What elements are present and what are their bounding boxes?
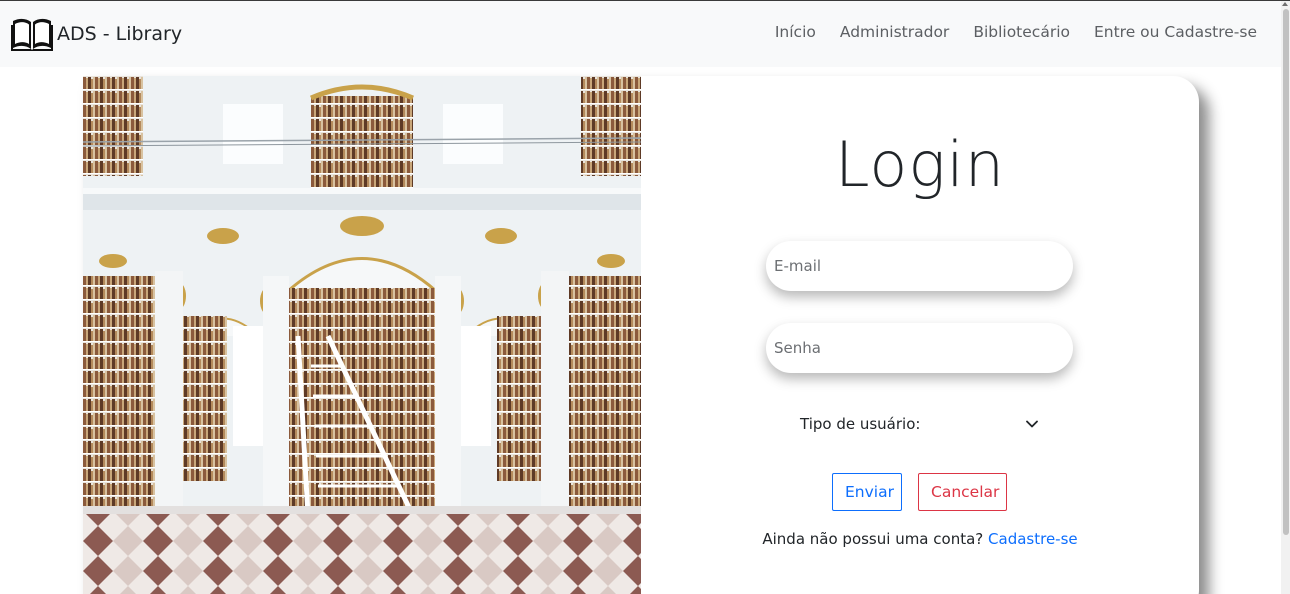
open-book-icon — [11, 18, 53, 51]
user-type-label: Tipo de usuário: — [800, 415, 921, 433]
submit-button[interactable]: Enviar — [832, 473, 902, 511]
nav-link-administrador[interactable]: Administrador — [840, 23, 949, 41]
vertical-scrollbar[interactable] — [1281, 1, 1290, 594]
signup-prompt-text: Ainda não possui uma conta? — [762, 530, 984, 548]
brand-name: ADS - Library — [57, 23, 183, 45]
nav-link-inicio[interactable]: Início — [775, 23, 816, 41]
email-field[interactable] — [766, 241, 1073, 291]
cancel-button[interactable]: Cancelar — [918, 473, 1007, 511]
nav-link-login-signup[interactable]: Entre ou Cadastre-se — [1094, 23, 1257, 41]
brand-link[interactable]: ADS - Library — [11, 16, 182, 52]
scroll-up-arrow-icon[interactable] — [1282, 2, 1288, 6]
scrollbar-thumb[interactable] — [1283, 9, 1289, 535]
login-card: Login Tipo de usuário: Enviar Cancelar A… — [83, 76, 1199, 594]
page: ADS - Library Início Administrador Bibli… — [0, 0, 1290, 594]
navbar: ADS - Library Início Administrador Bibli… — [0, 1, 1281, 67]
user-type-select[interactable]: Tipo de usuário: — [794, 410, 1044, 438]
login-title: Login — [834, 128, 1006, 201]
chevron-down-icon — [1026, 420, 1038, 428]
signup-prompt: Ainda não possui uma conta? Cadastre-se — [641, 530, 1199, 548]
nav-links: Início Administrador Bibliotecário Entre… — [775, 23, 1257, 41]
form-buttons: Enviar Cancelar — [832, 473, 1007, 511]
library-photo — [83, 76, 641, 594]
login-form: Login Tipo de usuário: Enviar Cancelar A… — [641, 76, 1199, 594]
password-field[interactable] — [766, 323, 1073, 373]
signup-link[interactable]: Cadastre-se — [988, 530, 1078, 548]
nav-link-bibliotecario[interactable]: Bibliotecário — [973, 23, 1070, 41]
